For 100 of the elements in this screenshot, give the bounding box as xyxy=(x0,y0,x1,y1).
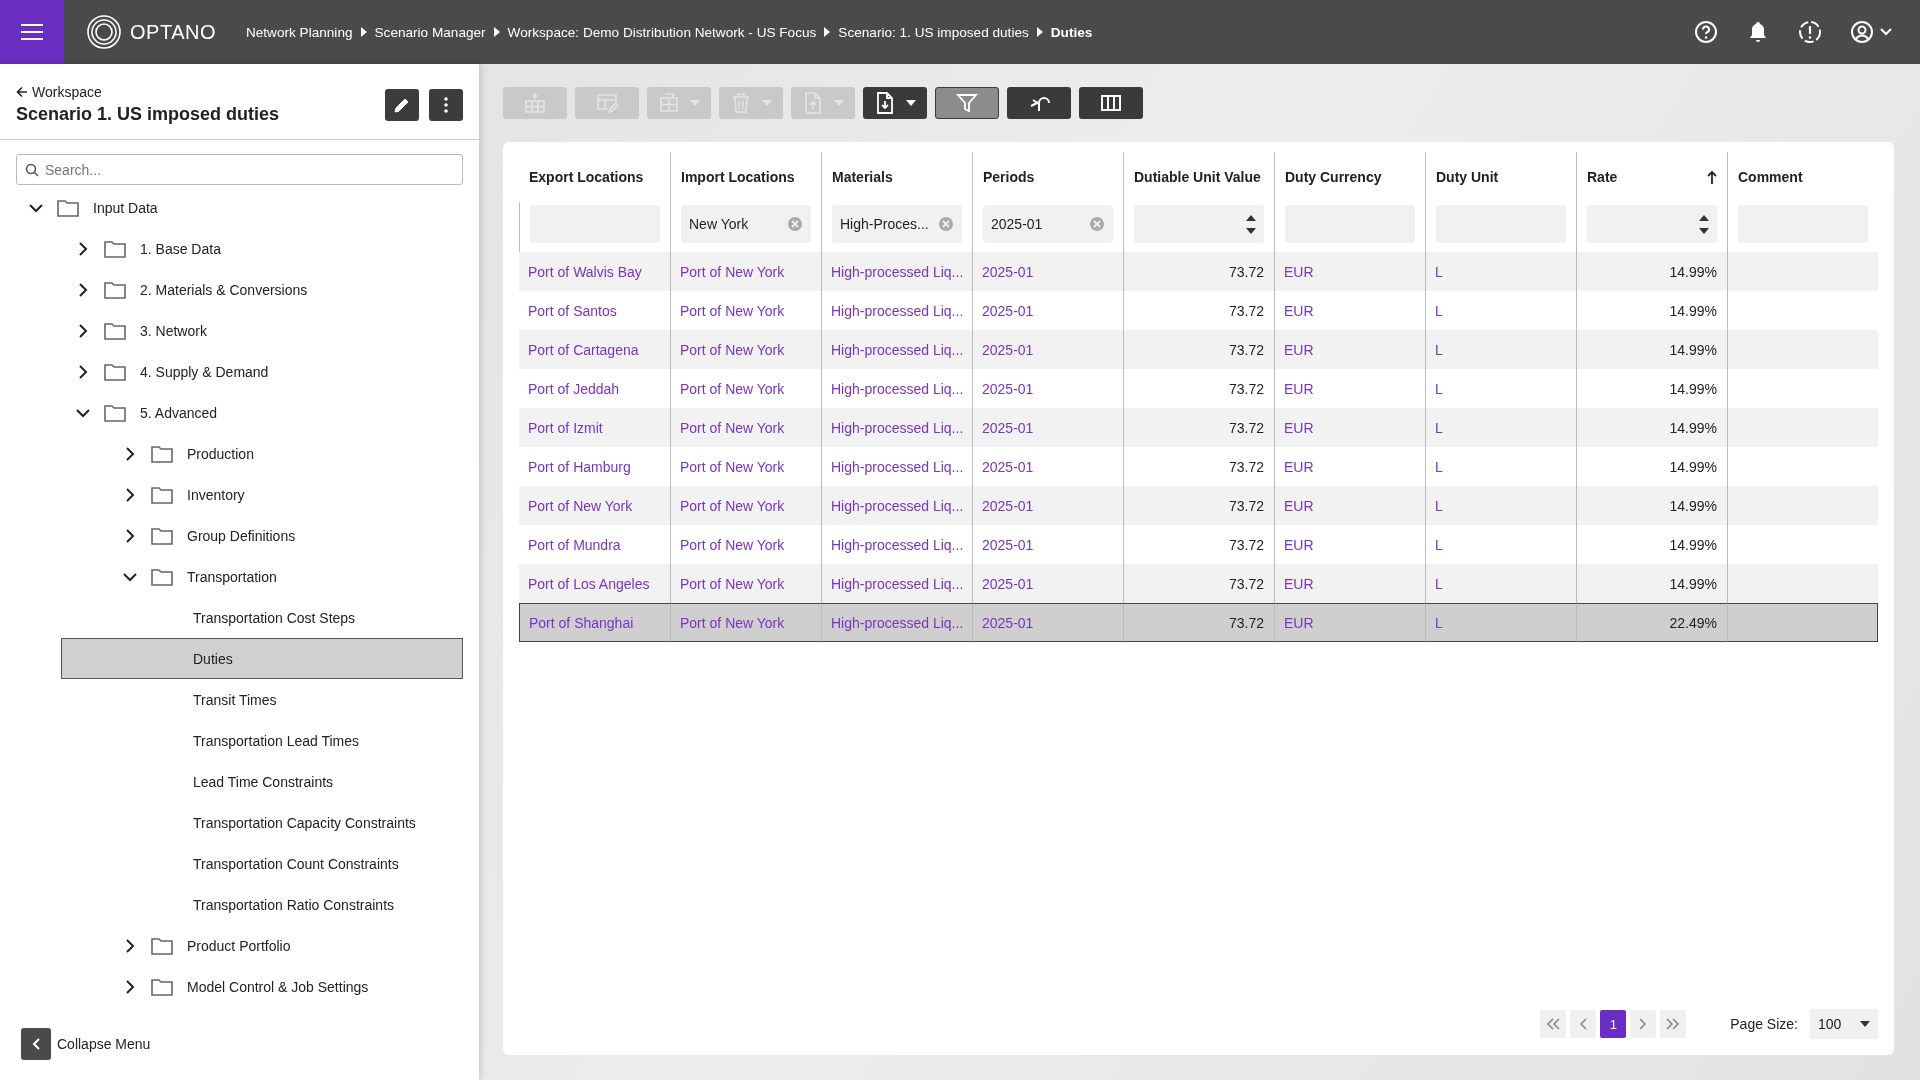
table-cell: Port of New York xyxy=(670,330,821,369)
filter-field[interactable]: 2025-01 xyxy=(983,205,1113,243)
tree-item[interactable]: Transportation xyxy=(0,556,479,597)
tree-item[interactable]: Transportation Lead Times xyxy=(0,720,479,761)
tree-item[interactable]: Transportation Cost Steps xyxy=(0,597,479,638)
table-cell: 73.72 xyxy=(1123,603,1274,642)
breadcrumb-separator-icon xyxy=(824,27,831,37)
collapse-menu-button[interactable]: Collapse Menu xyxy=(0,1028,479,1080)
column-header[interactable]: Duty Unit xyxy=(1425,152,1576,202)
page-button[interactable]: 1 xyxy=(1600,1010,1627,1038)
table-cell: Port of New York xyxy=(670,603,821,642)
column-header[interactable]: Periods xyxy=(972,152,1123,202)
scenario-title: Scenario 1. US imposed duties xyxy=(16,104,281,125)
table-cell: L xyxy=(1425,330,1576,369)
tree-item[interactable]: Product Portfolio xyxy=(0,925,479,966)
chevron-down-icon xyxy=(29,202,43,213)
table-icon xyxy=(658,92,680,114)
tree-item[interactable]: 5. Advanced xyxy=(0,392,479,433)
tree-item[interactable]: 2. Materials & Conversions xyxy=(0,269,479,310)
spinner-up-icon xyxy=(1699,214,1709,221)
tree-item[interactable]: Model Control & Job Settings xyxy=(0,966,479,1007)
toolbar-button[interactable] xyxy=(1079,87,1143,119)
table-cell: High-processed Liq... xyxy=(821,252,972,291)
filter-field[interactable] xyxy=(1587,205,1717,243)
filter-field[interactable]: High-Proces... xyxy=(832,205,962,243)
table-cell: Port of Los Angeles xyxy=(519,564,670,603)
table-cell: L xyxy=(1425,603,1576,642)
caret-icon xyxy=(1860,1021,1870,1027)
filter-field[interactable]: New York xyxy=(681,205,811,243)
page-size-label: Page Size: xyxy=(1730,1016,1798,1032)
folder-icon xyxy=(151,567,173,586)
column-header[interactable]: Import Locations xyxy=(670,152,821,202)
tree-item[interactable]: Transit Times xyxy=(0,679,479,720)
more-button[interactable] xyxy=(429,88,463,121)
tree-item[interactable]: Input Data xyxy=(0,187,479,228)
tree-item[interactable]: Transportation Ratio Constraints xyxy=(0,884,479,925)
breadcrumb-link[interactable]: Network Planning xyxy=(245,24,353,40)
tree-item[interactable]: Transportation Count Constraints xyxy=(0,843,479,884)
spinner-down-icon xyxy=(1699,227,1709,234)
chevron-right-icon xyxy=(1639,1018,1648,1030)
table-cell: EUR xyxy=(1274,564,1425,603)
back-link[interactable]: Workspace xyxy=(16,84,375,100)
kebab-icon xyxy=(444,96,448,113)
column-header[interactable]: Dutiable Unit Value xyxy=(1123,152,1274,202)
tree-item[interactable]: Duties xyxy=(61,638,463,679)
folder-icon xyxy=(104,239,126,258)
chevron-down-icon xyxy=(76,407,90,418)
menu-button[interactable] xyxy=(0,0,64,64)
table-cell: High-processed Liq... xyxy=(821,603,972,642)
page-size-dropdown[interactable]: 100 xyxy=(1810,1009,1878,1039)
caret-icon xyxy=(690,100,700,106)
tree-item[interactable]: Lead Time Constraints xyxy=(0,761,479,802)
search-field[interactable]: Search... xyxy=(16,154,463,185)
chevron-right-icon xyxy=(125,979,135,994)
tree-item[interactable]: Inventory xyxy=(0,474,479,515)
tree-item[interactable]: 3. Network xyxy=(0,310,479,351)
back-arrow-icon xyxy=(16,86,28,98)
caret-icon xyxy=(834,100,844,106)
chevron-right-icon xyxy=(125,938,135,953)
trash-icon xyxy=(730,92,752,114)
table-cell: 73.72 xyxy=(1123,564,1274,603)
table-cell: Port of Cartagena xyxy=(519,330,670,369)
toolbar-button[interactable] xyxy=(1007,87,1071,119)
table-cell: 2025-01 xyxy=(972,486,1123,525)
column-header[interactable]: Materials xyxy=(821,152,972,202)
folder-icon xyxy=(151,485,173,504)
table-cell: Port of Shanghai xyxy=(519,603,670,642)
filter-field[interactable] xyxy=(1134,205,1264,243)
toolbar-button[interactable] xyxy=(935,87,999,119)
chevron-left-icon xyxy=(32,1038,40,1050)
tree-item[interactable]: 1. Base Data xyxy=(0,228,479,269)
first-page-button[interactable] xyxy=(1540,1010,1567,1038)
column-header[interactable]: Comment xyxy=(1727,152,1878,202)
chevron-left-icon xyxy=(1579,1018,1588,1030)
column-header[interactable]: Rate xyxy=(1576,152,1727,202)
folder-icon xyxy=(104,362,126,381)
tree-item[interactable]: Group Definitions xyxy=(0,515,479,556)
chevron-right-icon xyxy=(125,487,135,502)
table-cell: 73.72 xyxy=(1123,252,1274,291)
table-cell: L xyxy=(1425,408,1576,447)
previous-page-button[interactable] xyxy=(1570,1010,1597,1038)
folder-icon xyxy=(57,198,79,217)
breadcrumb-link[interactable]: Workspace: Demo Distribution Network - US Focus xyxy=(507,24,817,40)
edit-button[interactable] xyxy=(385,88,419,121)
table-cell: Port of New York xyxy=(670,564,821,603)
column-header[interactable]: Duty Currency xyxy=(1274,152,1425,202)
double-chevron-left-icon xyxy=(1546,1018,1561,1030)
last-page-button[interactable] xyxy=(1660,1010,1687,1038)
tree-item[interactable]: 4. Supply & Demand xyxy=(0,351,479,392)
tree-item[interactable]: Transportation Capacity Constraints xyxy=(0,802,479,843)
tree-item[interactable]: Production xyxy=(0,433,479,474)
breadcrumb-link[interactable]: Scenario Manager xyxy=(374,24,486,40)
columns-icon xyxy=(1100,92,1122,114)
user-icon xyxy=(1850,20,1874,44)
toolbar-button[interactable] xyxy=(863,87,927,119)
column-header[interactable]: Export Locations xyxy=(519,152,670,202)
breadcrumb-link[interactable]: Duties xyxy=(1050,24,1093,40)
table-cell: EUR xyxy=(1274,603,1425,642)
next-page-button[interactable] xyxy=(1630,1010,1657,1038)
breadcrumb-link[interactable]: Scenario: 1. US imposed duties xyxy=(838,24,1029,40)
